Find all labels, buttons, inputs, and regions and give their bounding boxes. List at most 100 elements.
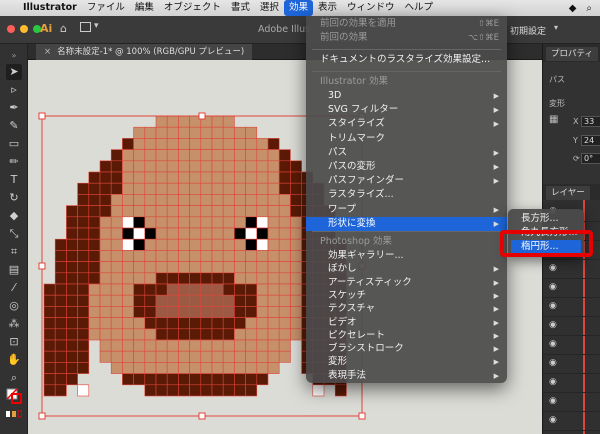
pixel-cell[interactable] bbox=[222, 171, 235, 184]
search-icon[interactable]: ⌕ bbox=[586, 3, 592, 14]
menu-item-photoshop-effect[interactable]: 変形 ▶ bbox=[306, 355, 507, 369]
pixel-cell[interactable] bbox=[99, 238, 112, 251]
pixel-cell[interactable] bbox=[144, 227, 157, 240]
pixel-cell[interactable] bbox=[245, 171, 258, 184]
pixel-cell[interactable] bbox=[200, 317, 213, 330]
pixel-cell[interactable] bbox=[290, 294, 302, 307]
pixel-cell[interactable] bbox=[222, 182, 235, 195]
pixel-cell[interactable] bbox=[178, 261, 190, 274]
pixel-cell[interactable] bbox=[290, 182, 302, 195]
pixel-cell[interactable] bbox=[66, 261, 78, 274]
pixel-cell[interactable] bbox=[222, 149, 235, 162]
pixel-cell[interactable] bbox=[99, 216, 112, 229]
pixel-cell[interactable] bbox=[245, 272, 258, 285]
pixel-cell[interactable] bbox=[66, 283, 78, 296]
pixel-cell[interactable] bbox=[178, 317, 190, 330]
pixel-cell[interactable] bbox=[99, 294, 112, 307]
pixel-cell[interactable] bbox=[99, 227, 112, 240]
pixel-cell[interactable] bbox=[155, 306, 168, 318]
menu-type[interactable]: 書式 bbox=[226, 0, 255, 16]
pixel-cell[interactable] bbox=[77, 317, 90, 330]
pixel-cell[interactable] bbox=[245, 149, 258, 162]
pixel-cell[interactable] bbox=[155, 149, 168, 162]
pixel-cell[interactable] bbox=[211, 283, 224, 296]
pixel-cell[interactable] bbox=[211, 227, 224, 240]
pixel-cell[interactable] bbox=[122, 261, 134, 274]
pixel-cell[interactable] bbox=[267, 317, 280, 330]
pixel-cell[interactable] bbox=[211, 362, 224, 374]
pixel-cell[interactable] bbox=[166, 171, 179, 184]
menu-item-apply-last-effect[interactable]: 前回の効果を適用 ⇧⌘E bbox=[306, 17, 507, 31]
pixel-cell[interactable] bbox=[66, 306, 78, 318]
layer-row[interactable]: ◉ bbox=[543, 354, 600, 374]
pixel-cell[interactable] bbox=[88, 306, 101, 318]
pixel-cell[interactable] bbox=[144, 306, 157, 318]
pixel-cell[interactable] bbox=[54, 350, 67, 363]
pixel-cell[interactable] bbox=[77, 205, 90, 218]
pixel-cell[interactable] bbox=[66, 216, 78, 229]
pixel-cell[interactable] bbox=[178, 205, 190, 218]
selection-handle[interactable] bbox=[38, 412, 46, 420]
pixel-cell[interactable] bbox=[166, 216, 179, 229]
pixel-cell[interactable] bbox=[155, 227, 168, 240]
tab-properties[interactable]: プロパティ bbox=[546, 47, 598, 61]
pixel-cell[interactable] bbox=[99, 328, 112, 341]
menu-select[interactable]: 選択 bbox=[255, 0, 284, 16]
pixel-cell[interactable] bbox=[133, 261, 146, 274]
pixel-cell[interactable] bbox=[77, 216, 90, 229]
pixel-cell[interactable] bbox=[211, 138, 224, 150]
pixel-cell[interactable] bbox=[77, 238, 90, 251]
pixel-cell[interactable] bbox=[54, 283, 67, 296]
pixel-cell[interactable] bbox=[166, 194, 179, 206]
pixel-cell[interactable] bbox=[234, 126, 246, 139]
pixel-cell[interactable] bbox=[245, 182, 258, 195]
pixel-cell[interactable] bbox=[166, 294, 179, 307]
pixel-cell[interactable] bbox=[290, 250, 302, 262]
pixel-cell[interactable] bbox=[155, 115, 168, 128]
pixel-cell[interactable] bbox=[166, 306, 179, 318]
pixel-cell[interactable] bbox=[178, 138, 190, 150]
pixel-cell[interactable] bbox=[278, 205, 291, 218]
pixel-cell[interactable] bbox=[66, 328, 78, 341]
pixel-cell[interactable] bbox=[290, 227, 302, 240]
pixel-cell[interactable] bbox=[256, 238, 269, 251]
pixel-cell[interactable] bbox=[178, 384, 190, 397]
pixel-cell[interactable] bbox=[256, 205, 269, 218]
pixel-cell[interactable] bbox=[290, 194, 302, 206]
menu-item-illustrator-effect[interactable]: パスファインダー ▶ bbox=[306, 174, 507, 188]
pixel-cell[interactable] bbox=[144, 250, 157, 262]
arrange-documents-icon[interactable] bbox=[80, 22, 91, 32]
pixel-cell[interactable] bbox=[144, 194, 157, 206]
pixel-cell[interactable] bbox=[290, 238, 302, 251]
pixel-cell[interactable] bbox=[245, 126, 258, 139]
pixel-cell[interactable] bbox=[245, 138, 258, 150]
pixel-cell[interactable] bbox=[144, 182, 157, 195]
pixel-cell[interactable] bbox=[77, 182, 90, 195]
pixel-cell[interactable] bbox=[144, 160, 157, 173]
pixel-cell[interactable] bbox=[178, 283, 190, 296]
pixel-cell[interactable] bbox=[278, 306, 291, 318]
pixel-cell[interactable] bbox=[88, 194, 101, 206]
layer-row[interactable]: ◉ bbox=[543, 278, 600, 298]
pixel-cell[interactable] bbox=[54, 250, 67, 262]
pixel-cell[interactable] bbox=[267, 261, 280, 274]
pixel-cell[interactable] bbox=[200, 261, 213, 274]
pixel-cell[interactable] bbox=[66, 294, 78, 307]
pixel-cell[interactable] bbox=[256, 272, 269, 285]
pixel-cell[interactable] bbox=[178, 238, 190, 251]
pixel-cell[interactable] bbox=[222, 339, 235, 352]
pixel-cell[interactable] bbox=[234, 205, 246, 218]
pixel-cell[interactable] bbox=[155, 294, 168, 307]
pixel-cell[interactable] bbox=[43, 350, 56, 363]
pixel-cell[interactable] bbox=[43, 306, 56, 318]
pixel-cell[interactable] bbox=[267, 227, 280, 240]
pixel-cell[interactable] bbox=[54, 261, 67, 274]
pixel-cell[interactable] bbox=[133, 328, 146, 341]
menu-item-photoshop-effect[interactable]: スケッチ ▶ bbox=[306, 289, 507, 303]
pixel-cell[interactable] bbox=[234, 272, 246, 285]
pixel-cell[interactable] bbox=[267, 294, 280, 307]
pixel-cell[interactable] bbox=[189, 317, 202, 330]
pixel-cell[interactable] bbox=[256, 362, 269, 374]
pixel-cell[interactable] bbox=[267, 205, 280, 218]
artboard-tool-icon[interactable]: ⊡ bbox=[6, 334, 22, 350]
